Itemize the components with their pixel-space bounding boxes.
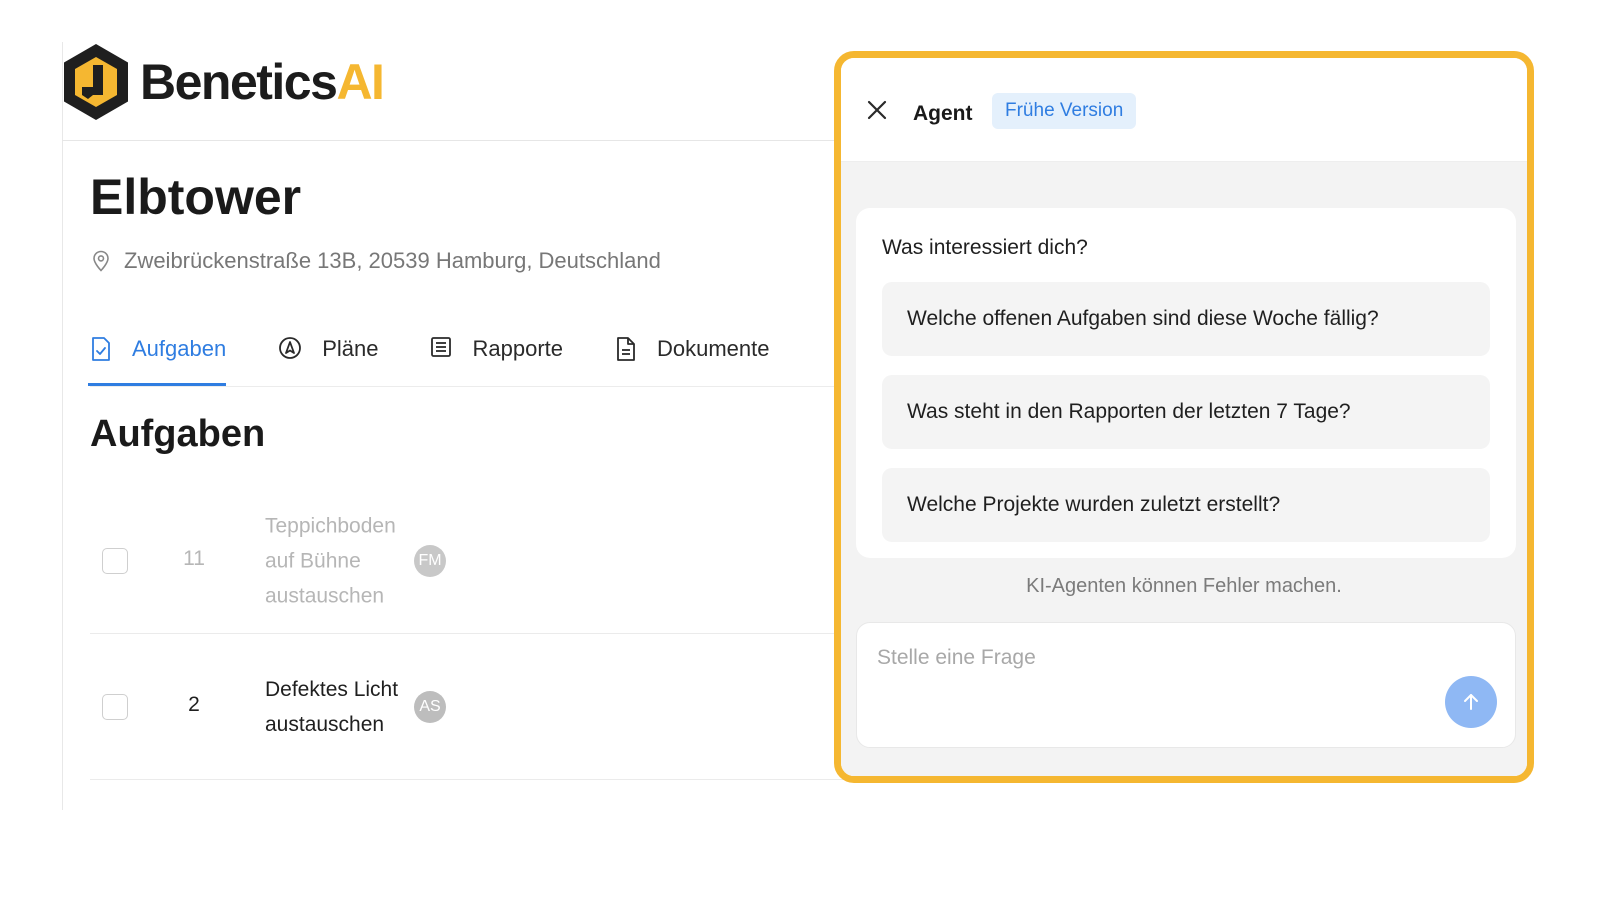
report-icon bbox=[431, 337, 452, 357]
task-checkbox[interactable] bbox=[102, 547, 128, 574]
suggestion-button[interactable]: Was steht in den Rapporten der letzten 7… bbox=[882, 375, 1490, 449]
tab-label: Dokumente bbox=[657, 336, 770, 361]
tab-aufgaben[interactable]: Aufgaben bbox=[87, 330, 227, 386]
table-row[interactable]: 2 Defektes Licht austauschen AS bbox=[90, 634, 850, 780]
task-number: 11 bbox=[183, 546, 205, 570]
task-check-icon bbox=[92, 337, 110, 361]
compass-icon bbox=[279, 337, 302, 359]
task-title[interactable]: Defektes Licht austauschen bbox=[265, 672, 415, 742]
avatar: AS bbox=[414, 690, 446, 723]
section-title: Aufgaben bbox=[90, 413, 266, 455]
table-row[interactable]: 11 Teppichboden auf Bühne austauschen FM bbox=[90, 488, 850, 634]
suggestions-card: Was interessiert dich? Welche offenen Au… bbox=[856, 208, 1516, 558]
agent-panel: Agent Frühe Version Was interessiert dic… bbox=[834, 51, 1534, 783]
tab-rapporte[interactable]: Rapporte bbox=[430, 330, 563, 386]
project-address: Zweibrückenstraße 13B, 20539 Hamburg, De… bbox=[92, 248, 661, 274]
task-checkbox[interactable] bbox=[102, 693, 128, 720]
agent-body: Was interessiert dich? Welche offenen Au… bbox=[841, 162, 1527, 776]
tabs-divider bbox=[90, 386, 850, 387]
brand-name: BeneticsAI bbox=[140, 54, 385, 110]
agent-title: Agent bbox=[913, 102, 973, 125]
suggestion-button[interactable]: Welche offenen Aufgaben sind diese Woche… bbox=[882, 282, 1490, 356]
tab-label: Pläne bbox=[322, 336, 379, 361]
brand-logo: BeneticsAI bbox=[62, 43, 385, 121]
location-pin-icon bbox=[93, 250, 109, 272]
avatar: FM bbox=[414, 544, 446, 577]
close-button[interactable] bbox=[865, 98, 889, 122]
version-badge: Frühe Version bbox=[992, 93, 1137, 129]
send-button[interactable] bbox=[1445, 676, 1497, 728]
agent-header: Agent Frühe Version bbox=[841, 58, 1527, 162]
address-text: Zweibrückenstraße 13B, 20539 Hamburg, De… bbox=[124, 248, 661, 273]
question-input-card bbox=[856, 622, 1516, 748]
question-input[interactable] bbox=[875, 645, 1399, 671]
suggestions-prompt: Was interessiert dich? bbox=[882, 236, 1088, 259]
suggestion-button[interactable]: Welche Projekte wurden zuletzt erstellt? bbox=[882, 468, 1490, 542]
header-divider bbox=[62, 140, 862, 141]
benetics-logo-icon bbox=[64, 44, 128, 120]
project-tabs: Aufgaben Pläne Rapporte Dokumente bbox=[87, 330, 822, 386]
project-title: Elbtower bbox=[90, 169, 302, 225]
tab-label: Rapporte bbox=[472, 336, 563, 361]
task-title[interactable]: Teppichboden auf Bühne austauschen bbox=[265, 508, 415, 613]
tab-dokumente[interactable]: Dokumente bbox=[615, 330, 770, 386]
document-icon bbox=[617, 337, 635, 361]
tab-plaene[interactable]: Pläne bbox=[278, 330, 378, 386]
tab-label: Aufgaben bbox=[132, 336, 227, 361]
close-icon bbox=[867, 100, 887, 120]
ai-disclaimer: KI-Agenten können Fehler machen. bbox=[1026, 575, 1342, 597]
task-number: 2 bbox=[188, 692, 200, 716]
arrow-up-icon bbox=[1464, 694, 1478, 710]
